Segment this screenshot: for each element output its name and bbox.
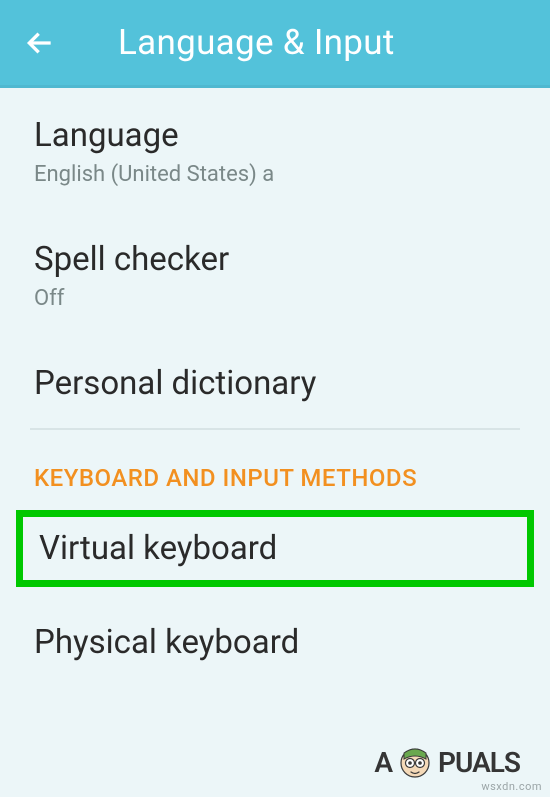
setting-language[interactable]: Language English (United States) a (0, 88, 550, 212)
setting-title: Physical keyboard (34, 623, 516, 663)
setting-title: Language (34, 116, 516, 156)
logo-text-right: PUALS (438, 746, 520, 779)
settings-list: Language English (United States) a Spell… (0, 88, 550, 687)
logo-text-left: A (374, 746, 392, 779)
setting-title: Virtual keyboard (39, 529, 515, 569)
setting-title: Personal dictionary (34, 364, 516, 404)
setting-subtitle: English (United States) a (34, 162, 516, 188)
watermark: wsxdn.com (481, 780, 542, 793)
setting-subtitle: Off (34, 286, 516, 312)
setting-virtual-keyboard[interactable]: Virtual keyboard (16, 510, 534, 588)
setting-title: Spell checker (34, 240, 516, 280)
app-header: Language & Input (0, 0, 550, 88)
setting-physical-keyboard[interactable]: Physical keyboard (0, 601, 550, 687)
setting-spell-checker[interactable]: Spell checker Off (0, 212, 550, 336)
logo-mascot-icon (396, 743, 434, 781)
branding-logo: A PUALS (374, 743, 520, 781)
setting-personal-dictionary[interactable]: Personal dictionary (0, 336, 550, 428)
arrow-left-icon (24, 27, 56, 59)
section-header-keyboard: KEYBOARD AND INPUT METHODS (0, 430, 550, 510)
back-button[interactable] (20, 23, 60, 63)
page-title: Language & Input (118, 22, 395, 63)
